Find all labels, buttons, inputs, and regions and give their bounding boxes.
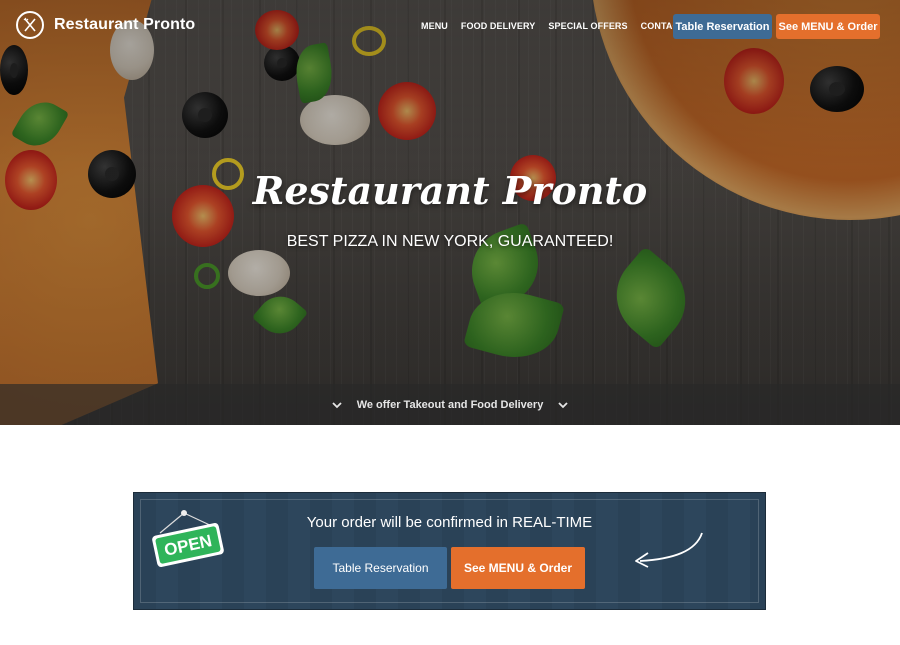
- scroll-bar-text: We offer Takeout and Food Delivery: [356, 398, 544, 411]
- see-menu-order-button[interactable]: See MENU & Order: [776, 14, 880, 39]
- nav-item-food-delivery[interactable]: FOOD DELIVERY: [461, 21, 535, 31]
- hero-title: Restaurant Pronto: [252, 168, 648, 213]
- cta-table-reservation-button[interactable]: Table Reservation: [314, 547, 447, 589]
- hero-section: Restaurant Pronto MENU FOOD DELIVERY SPE…: [0, 0, 900, 425]
- brand-logo[interactable]: Restaurant Pronto: [16, 11, 195, 39]
- fork-knife-icon: [16, 11, 44, 39]
- top-navbar: Restaurant Pronto MENU FOOD DELIVERY SPE…: [0, 0, 900, 52]
- cta-see-menu-order-button[interactable]: See MENU & Order: [451, 547, 585, 589]
- chevron-down-icon: [331, 399, 343, 411]
- order-cta-box: OPEN Your order will be confirmed in REA…: [133, 492, 766, 610]
- hero-subtitle: BEST PIZZA IN NEW YORK, GUARANTEED!: [286, 233, 614, 250]
- nav-item-menu[interactable]: MENU: [421, 21, 448, 31]
- table-reservation-button[interactable]: Table Reservation: [673, 14, 772, 39]
- nav-item-special-offers[interactable]: SPECIAL OFFERS: [548, 21, 627, 31]
- arrow-pointer-icon: [635, 532, 703, 568]
- brand-name: Restaurant Pronto: [54, 16, 196, 33]
- main-menu: MENU FOOD DELIVERY SPECIAL OFFERS CONTAC…: [421, 21, 700, 31]
- scroll-down-bar[interactable]: We offer Takeout and Food Delivery: [0, 384, 900, 425]
- chevron-down-icon: [557, 399, 569, 411]
